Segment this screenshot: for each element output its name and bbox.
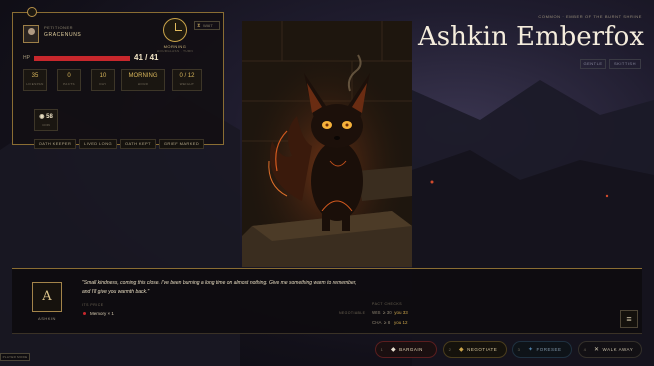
hp-label: HP [23, 55, 30, 61]
bargain-icon: ◆ [391, 347, 397, 353]
price-item: Memory × 1 [90, 311, 114, 316]
foresee-icon: ✦ [528, 347, 534, 353]
player-title: PETITIONER [44, 25, 74, 30]
pact-check-cha: CHA ≥ 8 you 12 [372, 320, 408, 325]
walk-away-button[interactable]: 4 ✕ WALK AWAY [578, 341, 642, 358]
pact-negotiable-label: NEGOTIABLE [339, 311, 366, 315]
tag-grief-marked[interactable]: GRIEF MARKED [159, 139, 204, 149]
wait-button[interactable]: ⧗ WAIT [194, 21, 220, 30]
pact-check-wis: WIS ≥ 30 you 33 [372, 310, 408, 315]
negotiate-icon: ◆ [459, 347, 465, 353]
coin-counter: ◉ 58 COIN [34, 109, 58, 131]
coin-icon: ◉ [39, 114, 45, 120]
npc-trait-gentle: GENTLE [580, 59, 606, 69]
stat-hour: MORNING HOUR [121, 69, 165, 91]
tag-oath-keeper[interactable]: OATH KEEPER [34, 139, 76, 149]
tag-oath-kept[interactable]: OATH KEPT [120, 139, 156, 149]
walk-away-icon: ✕ [594, 347, 600, 353]
hourglass-icon: ⧗ [197, 23, 201, 29]
stat-pacts: 0 PACTS [57, 69, 81, 91]
npc-portrait [242, 21, 412, 267]
stat-day: 10 DAY [91, 69, 115, 91]
hp-bar [34, 56, 130, 61]
hourglass-clock-icon[interactable] [163, 18, 187, 42]
tag-lived-long[interactable]: LIVED LONG [79, 139, 117, 149]
menu-icon[interactable]: ≡ [620, 310, 638, 328]
npc-subtitle: COMMON · EMBER OF THE BURNT SHRINE [538, 14, 642, 19]
price-label: ITS PRICE [82, 303, 104, 307]
coin-label: COIN [42, 123, 50, 127]
negotiate-button[interactable]: 2 ◆ NEGOTIATE [443, 341, 507, 358]
stat-lifespan: 35 LIFESPAN [23, 69, 47, 91]
dialog-quote: "Small kindness, coming this close. I've… [82, 280, 357, 295]
ember-fox-illustration [242, 21, 412, 267]
npc-trait-skittish: SKITTISH [609, 59, 641, 69]
player-mode-toggle[interactable]: PLAYER MODE [0, 353, 30, 361]
player-avatar[interactable] [23, 25, 39, 43]
price-bullet-icon [83, 312, 86, 315]
foresee-button[interactable]: 3 ✦ FORESEE [512, 341, 572, 358]
wait-label: WAIT [203, 23, 213, 28]
stat-weight: 0 / 12 WEIGHT [172, 69, 202, 91]
coin-value: 58 [46, 114, 53, 120]
hp-value: 41 / 41 [134, 53, 159, 62]
hp-bar-fill [34, 56, 130, 61]
player-name: GRACENUNS [44, 32, 82, 38]
panel-ornament-icon [27, 7, 37, 17]
pact-checks-label: PACT CHECKS [372, 302, 403, 306]
speaker-avatar: A [32, 282, 62, 312]
speaker-name: ASHKIN [38, 316, 56, 321]
bargain-button[interactable]: 1 ◆ BARGAIN [375, 341, 437, 358]
character-panel: PETITIONER GRACENUNS MORNING HOURGLASS ·… [12, 7, 224, 149]
npc-name: Ashkin Emberfox [418, 22, 644, 52]
dialog-panel: A ASHKIN "Small kindness, coming this cl… [12, 268, 642, 334]
